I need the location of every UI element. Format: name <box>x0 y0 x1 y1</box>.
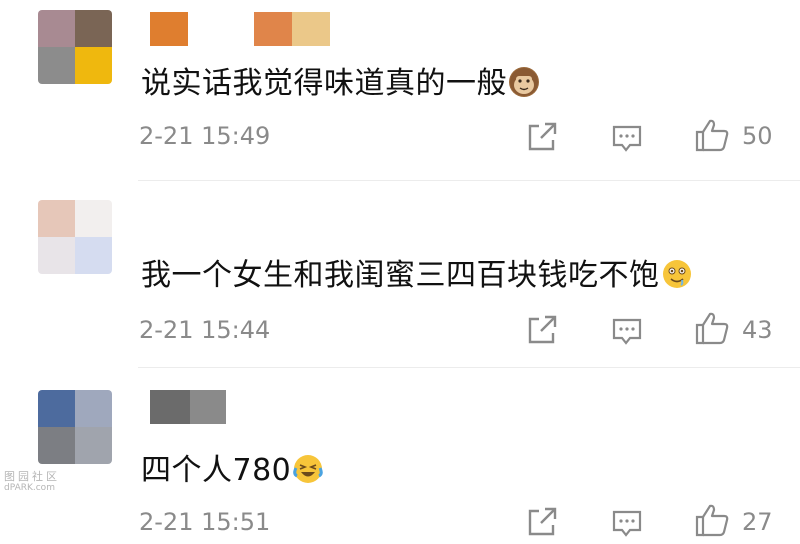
avatar-cell <box>75 390 112 427</box>
comment-text-content: 四个人780 <box>141 453 292 488</box>
comment-icon <box>612 510 642 537</box>
thumbs-up-icon <box>695 312 729 345</box>
avatar-cell <box>75 10 112 47</box>
comment-button[interactable] <box>611 317 643 351</box>
avatar-cell <box>38 200 75 237</box>
comment-text: 我一个女生和我闺蜜三四百块钱吃不饱 <box>141 250 692 294</box>
redaction-block <box>292 12 330 46</box>
avatar[interactable] <box>38 390 112 464</box>
like-button[interactable] <box>694 503 730 541</box>
repost-button[interactable] <box>527 507 559 541</box>
avatar-cell <box>75 200 112 237</box>
avatar-cell <box>38 237 75 274</box>
repost-button[interactable] <box>527 315 559 349</box>
redaction-block <box>190 390 226 424</box>
avatar-cell <box>75 427 112 464</box>
share-icon <box>528 507 557 536</box>
divider <box>138 180 800 181</box>
avatar-cell <box>38 10 75 47</box>
comment-text-content: 我一个女生和我闺蜜三四百块钱吃不饱 <box>141 258 660 293</box>
comment-text: 四个人780 <box>141 445 324 489</box>
comment-button[interactable] <box>611 124 643 158</box>
avatar-cell <box>75 47 112 84</box>
share-icon <box>528 122 557 151</box>
avatar-cell <box>38 427 75 464</box>
comment-text: 说实话我觉得味道真的一般 <box>141 58 539 102</box>
like-button[interactable] <box>694 118 730 156</box>
timestamp: 2-21 15:44 <box>139 316 271 344</box>
username-redacted[interactable] <box>150 390 226 424</box>
comment-text-content: 说实话我觉得味道真的一般 <box>141 66 507 101</box>
like-count: 43 <box>742 316 773 344</box>
avatar[interactable] <box>38 10 112 84</box>
comment-icon <box>612 125 642 152</box>
redaction-block <box>150 390 190 424</box>
watermark-line1: 图园社区 <box>4 470 60 483</box>
comment-icon <box>612 318 642 345</box>
comment-button[interactable] <box>611 509 643 543</box>
thumbs-up-icon <box>695 504 729 537</box>
avatar-cell <box>38 47 75 84</box>
redaction-block <box>150 12 188 46</box>
avatar-cell <box>38 390 75 427</box>
laughing-crying-face-icon <box>293 454 324 484</box>
monkey-face-icon <box>509 67 539 97</box>
timestamp: 2-21 15:49 <box>139 122 271 150</box>
redaction-block <box>202 12 240 46</box>
avatar[interactable] <box>38 200 112 274</box>
like-count: 27 <box>742 508 773 536</box>
divider <box>138 367 800 368</box>
share-icon <box>528 315 557 344</box>
thumbs-up-icon <box>695 119 729 152</box>
timestamp: 2-21 15:51 <box>139 508 271 536</box>
username-redacted[interactable] <box>150 12 330 46</box>
avatar-cell <box>75 237 112 274</box>
like-button[interactable] <box>694 311 730 349</box>
watermark-line2: dPARK.com <box>4 483 55 494</box>
repost-button[interactable] <box>527 122 559 156</box>
like-count: 50 <box>742 122 773 150</box>
drooling-face-icon <box>662 259 692 289</box>
watermark: 图园社区 dPARK.com <box>4 470 60 494</box>
redaction-block <box>254 12 292 46</box>
